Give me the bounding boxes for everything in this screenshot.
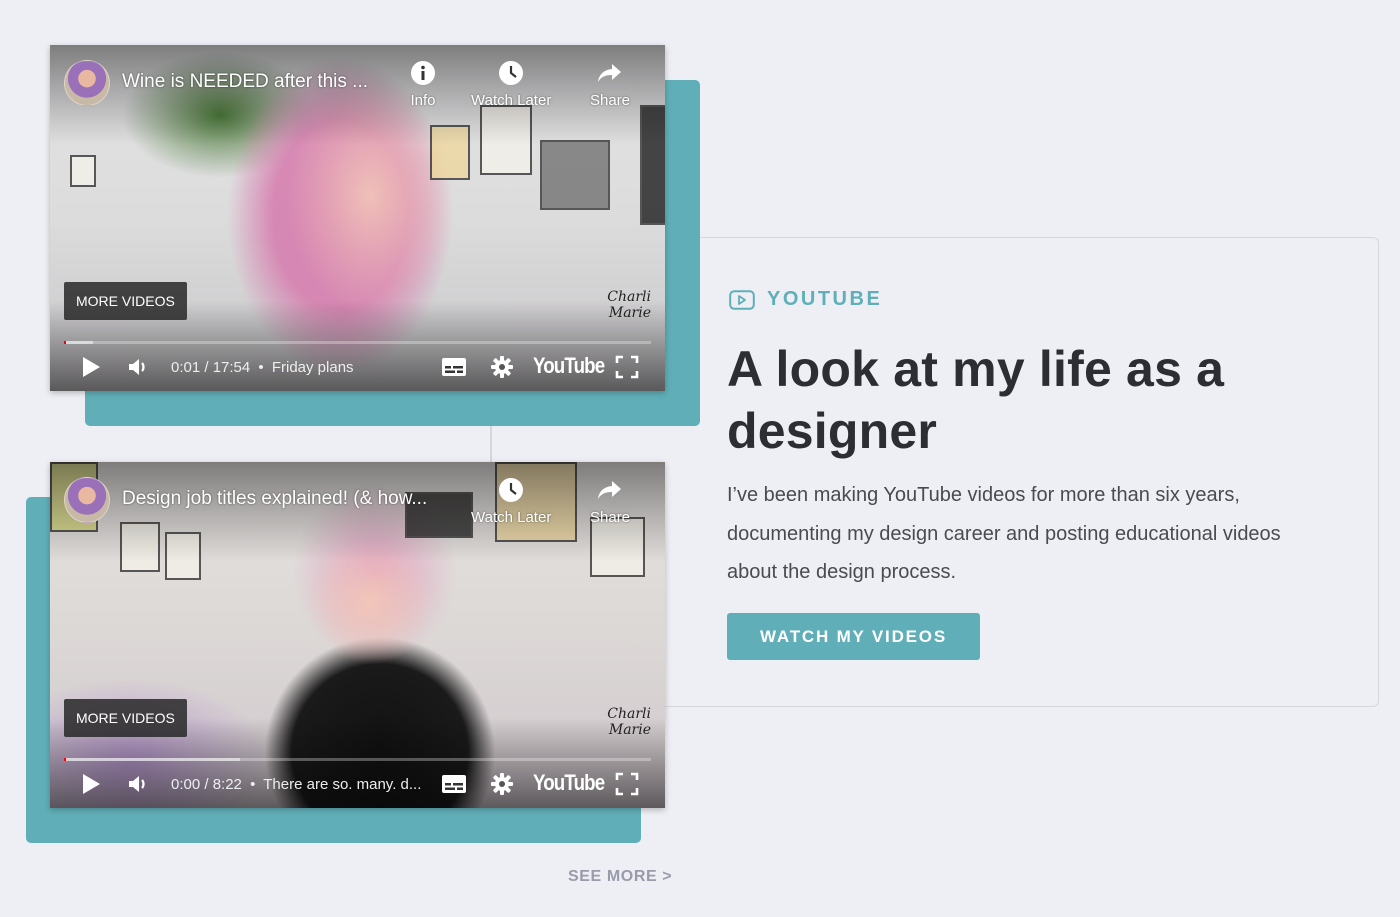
volume-icon xyxy=(129,776,145,792)
channel-watermark: Charli Marie xyxy=(607,706,651,738)
video-title[interactable]: Design job titles explained! (& how... xyxy=(122,488,427,510)
fullscreen-icon xyxy=(615,772,639,796)
clock-icon xyxy=(498,477,524,503)
progress-bar[interactable] xyxy=(64,758,651,761)
fullscreen-icon xyxy=(615,355,639,379)
more-videos-button[interactable]: MORE VIDEOS xyxy=(64,282,187,320)
subtitles-icon xyxy=(442,775,466,793)
share-icon xyxy=(597,60,623,86)
section-headline: A look at my life as a designer xyxy=(727,341,1225,459)
more-videos-button[interactable]: MORE VIDEOS xyxy=(64,699,187,737)
player-controls: 0:01 / 17:54 • Friday plans YouTube xyxy=(50,345,665,391)
section-description: I’ve been making YouTube videos for more… xyxy=(727,484,1281,583)
share-label: Share xyxy=(590,509,631,526)
play-icon xyxy=(83,774,100,794)
video-player[interactable]: Wine is NEEDED after this ... Info Watch… xyxy=(50,45,665,391)
section-tag-label: YOUTUBE xyxy=(767,288,883,310)
player-controls: 0:00 / 8:22 • There are so. many. d... Y… xyxy=(50,762,665,808)
subtitles-icon xyxy=(442,358,466,376)
volume-icon xyxy=(129,359,145,375)
gear-icon xyxy=(491,773,513,795)
play-button[interactable] xyxy=(80,772,102,801)
time-display: 0:01 / 17:54 • Friday plans xyxy=(171,359,354,376)
time-value: 0:00 / 8:22 xyxy=(171,776,242,793)
watch-later-button[interactable]: Watch Later xyxy=(471,60,551,109)
channel-watermark: Charli Marie xyxy=(607,289,651,321)
clock-icon xyxy=(498,60,524,86)
share-button[interactable]: Share xyxy=(590,60,630,109)
share-button[interactable]: Share xyxy=(590,477,630,526)
fullscreen-button[interactable] xyxy=(615,355,639,384)
share-label: Share xyxy=(590,92,631,109)
video-title[interactable]: Wine is NEEDED after this ... xyxy=(122,71,368,93)
share-icon xyxy=(597,477,623,503)
see-more-link[interactable]: SEE MORE > xyxy=(568,868,672,886)
channel-avatar[interactable] xyxy=(64,477,110,523)
volume-button[interactable] xyxy=(126,355,150,384)
watch-later-button[interactable]: Watch Later xyxy=(471,477,551,526)
youtube-logo[interactable]: YouTube xyxy=(533,353,605,379)
settings-button[interactable] xyxy=(490,772,514,801)
subtitles-button[interactable] xyxy=(442,358,466,381)
section-tag: YOUTUBE xyxy=(729,288,882,311)
play-box-icon xyxy=(729,289,755,310)
youtube-logo[interactable]: YouTube xyxy=(533,770,605,796)
info-icon xyxy=(410,60,436,86)
fullscreen-button[interactable] xyxy=(615,772,639,801)
subtitles-button[interactable] xyxy=(442,775,466,798)
watch-later-label: Watch Later xyxy=(471,92,552,109)
watch-my-videos-button[interactable]: WATCH MY VIDEOS xyxy=(727,613,980,660)
play-button[interactable] xyxy=(80,355,102,384)
video-player[interactable]: Design job titles explained! (& how... W… xyxy=(50,462,665,808)
progress-bar[interactable] xyxy=(64,341,651,344)
settings-button[interactable] xyxy=(490,355,514,384)
channel-avatar[interactable] xyxy=(64,60,110,106)
time-value: 0:01 / 17:54 xyxy=(171,359,251,376)
watch-later-label: Watch Later xyxy=(471,509,552,526)
chapter-title[interactable]: There are so. many. d... xyxy=(263,776,421,793)
info-label: Info xyxy=(410,92,436,109)
volume-button[interactable] xyxy=(126,772,150,801)
info-button[interactable]: Info xyxy=(410,60,436,109)
chapter-title[interactable]: Friday plans xyxy=(272,359,354,376)
play-icon xyxy=(83,357,100,377)
time-display: 0:00 / 8:22 • There are so. many. d... xyxy=(171,776,422,793)
gear-icon xyxy=(491,356,513,378)
